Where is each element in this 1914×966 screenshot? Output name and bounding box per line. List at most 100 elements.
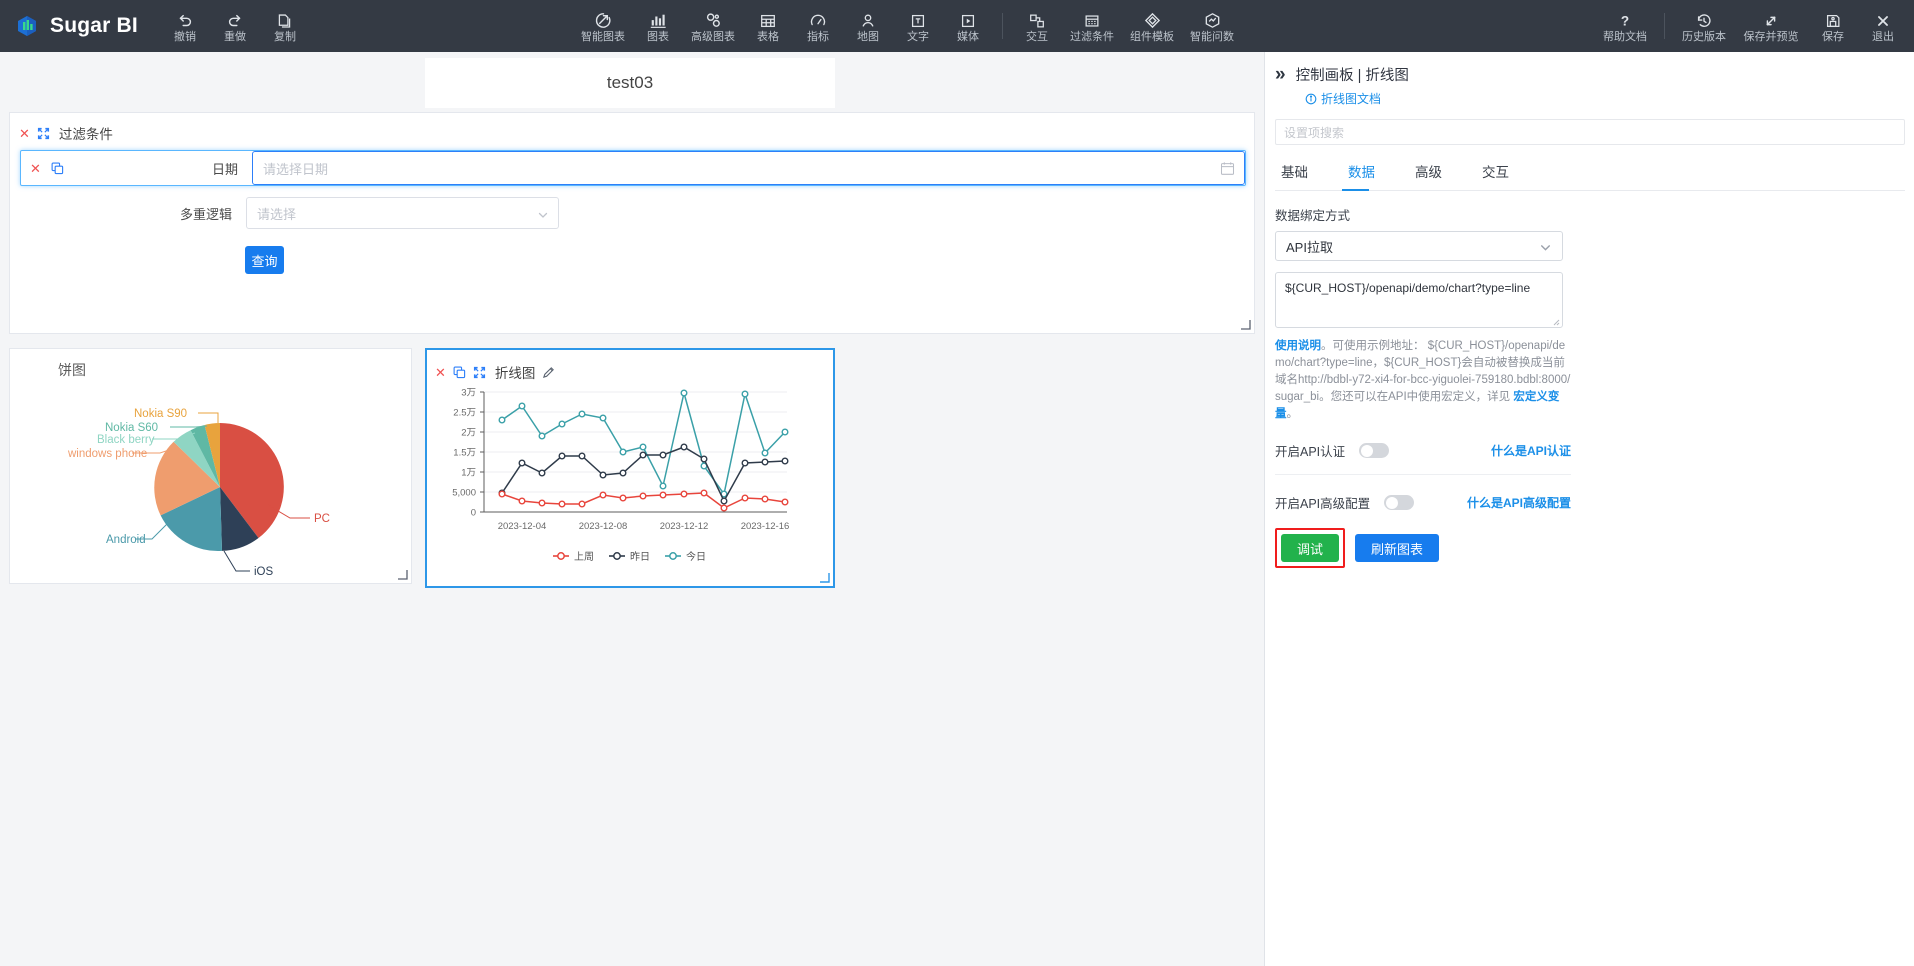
tab-interaction-label: 交互 <box>1482 165 1509 180</box>
toolbar-smart-chart-label: 智能图表 <box>581 30 625 43</box>
usage-doc-link[interactable]: 使用说明 <box>1275 340 1321 352</box>
toolbar-component-template[interactable]: 组件模板 <box>1122 0 1182 52</box>
line-chart-svg: 3万 2.5万 2万 1.5万 1万 5,000 0 2023-12-04 20… <box>452 388 790 564</box>
resize-grip-icon[interactable] <box>1551 317 1560 326</box>
settings-search-input[interactable]: 设置项搜索 <box>1275 119 1905 145</box>
toolbar-undo[interactable]: 撤销 <box>160 0 210 52</box>
copy-icon[interactable] <box>453 366 466 379</box>
filter-widget-tools: ✕ 过滤条件 <box>19 123 113 143</box>
panel-header: » 控制画板 | 折线图 <box>1265 52 1914 85</box>
toolbar-text-label: 文字 <box>907 30 929 43</box>
binding-mode-select[interactable]: API拉取 <box>1275 231 1563 261</box>
api-advanced-help-link[interactable]: 什么是API高级配置 <box>1467 494 1571 511</box>
close-icon[interactable]: ✕ <box>19 127 30 140</box>
table-icon <box>759 10 777 30</box>
toolbar-exit[interactable]: 退出 <box>1858 0 1908 52</box>
copy-icon[interactable] <box>51 162 64 175</box>
filter-date-input[interactable]: 请选择日期 <box>252 151 1245 185</box>
filter-condition-icon <box>1083 10 1101 30</box>
toolbar-text[interactable]: 文字 <box>893 0 943 52</box>
toolbar-filter-condition[interactable]: 过滤条件 <box>1062 0 1122 52</box>
svg-text:2.5万: 2.5万 <box>453 408 476 419</box>
chevron-right-icon[interactable]: » <box>1275 65 1286 84</box>
toolbar-interaction[interactable]: 交互 <box>1012 0 1062 52</box>
tab-advanced[interactable]: 高级 <box>1409 155 1456 190</box>
api-url-textarea[interactable]: ${CUR_HOST}/openapi/demo/chart?type=line <box>1275 272 1563 328</box>
move-icon[interactable] <box>37 127 50 140</box>
svg-text:Nokia S60: Nokia S60 <box>105 422 158 434</box>
toolbar-chart[interactable]: 图表 <box>633 0 683 52</box>
refresh-chart-button[interactable]: 刷新图表 <box>1355 534 1440 562</box>
tab-data-label: 数据 <box>1348 165 1375 180</box>
tab-data[interactable]: 数据 <box>1342 155 1389 191</box>
api-auth-help-link[interactable]: 什么是API认证 <box>1491 442 1571 459</box>
pie-chart-widget[interactable]: 饼图 PC iOS Android windows phone Black be… <box>9 348 412 584</box>
api-hint-part1: 。可使用示例地址： <box>1321 340 1425 352</box>
filter-logic-label: 多重逻辑 <box>179 206 232 222</box>
toolbar-save-preview[interactable]: 保存并预览 <box>1734 0 1808 52</box>
toolbar-component-template-label: 组件模板 <box>1130 30 1174 43</box>
toolbar-undo-label: 撤销 <box>173 30 196 43</box>
panel-divider <box>1275 474 1571 475</box>
toolbar-save[interactable]: 保存 <box>1808 0 1858 52</box>
expand-arrows-icon <box>1762 10 1780 30</box>
brand-name: Sugar BI <box>50 14 138 37</box>
svg-text:2023-12-04: 2023-12-04 <box>498 521 547 532</box>
advanced-chart-icon <box>704 10 723 30</box>
debug-button[interactable]: 调试 <box>1281 534 1340 562</box>
toolbar-metric[interactable]: 指标 <box>793 0 843 52</box>
svg-text:3万: 3万 <box>461 388 476 399</box>
tab-basic[interactable]: 基础 <box>1275 155 1322 190</box>
toolbar-smart-chart[interactable]: 智能图表 <box>573 0 633 52</box>
resize-handle-icon[interactable] <box>1240 319 1251 330</box>
filter-row[interactable]: ✕ 日期 请选择日期 <box>20 150 1246 186</box>
resize-handle-icon[interactable] <box>819 572 830 583</box>
info-circle-icon <box>1305 93 1317 105</box>
close-icon[interactable]: ✕ <box>435 366 446 379</box>
toolbar-history[interactable]: 历史版本 <box>1674 0 1734 52</box>
resize-handle-icon[interactable] <box>397 569 408 580</box>
filter-logic-select[interactable]: 请选择 <box>246 197 559 229</box>
svg-text:2023-12-16: 2023-12-16 <box>741 521 790 532</box>
filter-date-label: 日期 <box>211 161 238 177</box>
panel-button-row: 调试 刷新图表 <box>1275 528 1905 568</box>
tab-advanced-label: 高级 <box>1415 165 1442 180</box>
page-title-card[interactable]: test03 <box>425 58 835 108</box>
toolbar-advanced-chart[interactable]: 高级图表 <box>683 0 743 52</box>
undo-icon <box>176 10 194 30</box>
binding-mode-label: 数据绑定方式 <box>1275 209 1351 223</box>
panel-doc-link[interactable]: 折线图文档 <box>1305 90 1914 107</box>
toolbar-redo[interactable]: 重做 <box>210 0 260 52</box>
toolbar-map[interactable]: 地图 <box>843 0 893 52</box>
toolbar-table[interactable]: 表格 <box>743 0 793 52</box>
api-auth-toggle[interactable] <box>1359 443 1390 458</box>
toolbar-copy[interactable]: 复制 <box>260 0 310 52</box>
svg-text:Nokia S90: Nokia S90 <box>134 408 187 420</box>
api-advanced-toggle[interactable] <box>1384 495 1415 510</box>
move-icon[interactable] <box>473 366 486 379</box>
bar-chart-icon <box>649 10 667 30</box>
pencil-edit-icon[interactable] <box>542 366 555 379</box>
panel-tabs: 基础 数据 高级 交互 <box>1275 155 1905 191</box>
toolbar-smart-query[interactable]: 智能问数 <box>1182 0 1242 52</box>
history-icon <box>1695 10 1713 30</box>
filter-widget-title: 过滤条件 <box>58 127 113 142</box>
filter-widget[interactable]: ✕ 过滤条件 ✕ 日期 请选择日期 多重逻辑 请选择 查询 <box>9 112 1255 334</box>
brand: Sugar BI <box>0 13 138 39</box>
svg-text:Android: Android <box>106 534 146 546</box>
svg-text:iOS: iOS <box>254 566 274 575</box>
filter-date-placeholder: 请选择日期 <box>263 161 329 177</box>
toolbar-media[interactable]: 媒体 <box>943 0 993 52</box>
tab-interaction[interactable]: 交互 <box>1476 155 1523 190</box>
toolbar-filter-condition-label: 过滤条件 <box>1070 30 1114 43</box>
settings-search-placeholder: 设置项搜索 <box>1284 125 1345 140</box>
calendar-icon[interactable] <box>1220 161 1235 176</box>
toolbar-center-group: 智能图表 图表 高级图表 表格 指标 地图 文字 媒体 交互 过滤条件 组件模板… <box>573 0 1242 52</box>
api-hint-part3: 。 <box>1286 408 1299 420</box>
binding-mode-value: API拉取 <box>1286 239 1333 255</box>
close-icon[interactable]: ✕ <box>30 162 41 175</box>
line-chart-widget[interactable]: ✕ 折线图 3万 2.5万 2万 1.5万 1万 5,000 0 2023-12… <box>425 348 835 588</box>
toolbar-help-doc[interactable]: ? 帮助文档 <box>1595 0 1655 52</box>
query-button[interactable]: 查询 <box>245 246 284 274</box>
media-play-icon <box>959 10 977 30</box>
